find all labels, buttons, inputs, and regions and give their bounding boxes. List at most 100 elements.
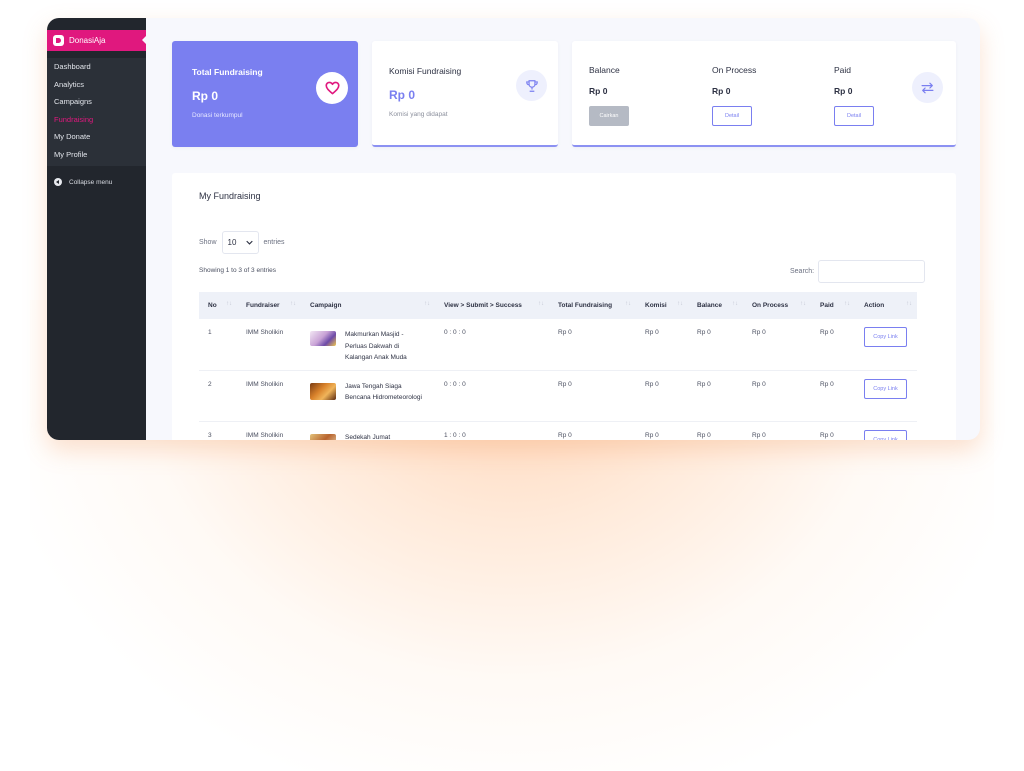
table-row: 3 IMM Sholikin Sedekah Jumat 1 : 0 : 0 R… (199, 421, 917, 440)
copy-link-button[interactable]: Copy Link (864, 378, 907, 399)
komisi-fundraising-card: Komisi Fundraising Rp 0 Komisi yang dida… (372, 41, 558, 147)
sidebar-nav: Dashboard Analytics Campaigns Fundraisin… (47, 58, 146, 166)
collapse-label: Collapse menu (69, 178, 113, 186)
column-header-fundraiser[interactable]: Fundraiser ↑↓ (237, 292, 301, 319)
main-content: Total Fundraising Rp 0 Donasi terkumpul … (146, 18, 980, 440)
campaign-title[interactable]: Makmurkan Masjid - Perluas Dakwah di Kal… (345, 329, 423, 364)
paid-detail-button[interactable]: Detail (834, 106, 874, 126)
table-header-row: No ↑↓ Fundraiser ↑↓ Campaign ↑↓ View > Subm… (199, 292, 917, 319)
cell-on-process: Rp 0 (743, 319, 811, 371)
collapse-icon (54, 178, 62, 186)
cell-campaign: Jawa Tengah Siaga Bencana Hidrometeorolo… (301, 370, 435, 422)
column-header-action[interactable]: Action ↑↓ (855, 292, 917, 319)
my-fundraising-panel: My Fundraising Show 10 entries Showing 1… (172, 173, 956, 440)
cell-action: Copy Link (855, 421, 917, 440)
cell-balance: Rp 0 (688, 421, 743, 440)
column-header-no[interactable]: No ↑↓ (199, 292, 237, 319)
heart-icon (316, 72, 348, 104)
cell-no: 3 (199, 421, 237, 440)
campaign-title[interactable]: Jawa Tengah Siaga Bencana Hidrometeorolo… (345, 381, 423, 404)
cell-no: 1 (199, 319, 237, 371)
cell-action: Copy Link (855, 319, 917, 371)
entries-control: Show 10 entries (199, 231, 285, 254)
sort-icon: ↑↓ (906, 301, 912, 307)
entries-select[interactable]: 10 (221, 231, 259, 254)
cell-view-submit-success: 0 : 0 : 0 (435, 319, 549, 371)
balance-amount: Rp 0 (589, 86, 608, 96)
sort-icon: ↑↓ (538, 301, 544, 307)
sidebar-item-my-donate[interactable]: My Donate (47, 128, 146, 146)
card-title: Total Fundraising (192, 67, 263, 77)
balance-column: Balance Rp 0 Cairkan (589, 65, 629, 126)
cell-fundraiser: IMM Sholikin (237, 319, 301, 371)
balance-card: Balance Rp 0 Cairkan On Process Rp 0 Det… (572, 41, 956, 147)
column-header-paid[interactable]: Paid ↑↓ (811, 292, 855, 319)
app-window: DonasiAja Dashboard Analytics Campaigns … (47, 18, 980, 440)
cell-campaign: Sedekah Jumat (301, 421, 435, 440)
campaign-title[interactable]: Sedekah Jumat (345, 432, 423, 441)
copy-link-button[interactable]: Copy Link (864, 429, 907, 440)
search-input[interactable] (818, 260, 926, 283)
cell-on-process: Rp 0 (743, 421, 811, 440)
show-label: Show (199, 239, 217, 246)
column-header-view-submit-success[interactable]: View > Submit > Success ↑↓ (435, 292, 549, 319)
fundraising-table: No ↑↓ Fundraiser ↑↓ Campaign ↑↓ View > Subm… (199, 292, 917, 440)
entries-label: entries (263, 239, 285, 246)
cell-view-submit-success: 0 : 0 : 0 (435, 370, 549, 422)
brand-header[interactable]: DonasiAja (47, 30, 147, 51)
cell-komisi: Rp 0 (636, 370, 688, 422)
on-process-label: On Process (712, 65, 757, 75)
table-row: 1 IMM Sholikin Makmurkan Masjid - Perlua… (199, 319, 917, 371)
sidebar-item-fundraising[interactable]: Fundraising (47, 111, 146, 129)
cell-balance: Rp 0 (688, 319, 743, 371)
on-process-amount: Rp 0 (712, 86, 731, 96)
brand-logo-icon (53, 35, 64, 46)
collapse-menu-button[interactable]: Collapse menu (54, 178, 112, 186)
campaign-thumbnail (310, 433, 336, 440)
cell-total-fundraising: Rp 0 (549, 421, 636, 440)
sort-icon: ↑↓ (732, 301, 738, 307)
brand-name: DonasiAja (69, 36, 106, 45)
chevron-down-icon (245, 240, 253, 245)
column-header-on-process[interactable]: On Process ↑↓ (743, 292, 811, 319)
sidebar-item-dashboard[interactable]: Dashboard (47, 58, 146, 76)
sort-icon: ↑↓ (800, 301, 806, 307)
cairkan-button[interactable]: Cairkan (589, 106, 629, 126)
cell-balance: Rp 0 (688, 370, 743, 422)
cell-fundraiser: IMM Sholikin (237, 421, 301, 440)
card-title: Komisi Fundraising (389, 66, 462, 76)
card-subtitle: Donasi terkumpul (192, 112, 243, 119)
column-header-komisi[interactable]: Komisi ↑↓ (636, 292, 688, 319)
column-header-balance[interactable]: Balance ↑↓ (688, 292, 743, 319)
on-process-detail-button[interactable]: Detail (712, 106, 752, 126)
trophy-icon (516, 70, 547, 101)
campaign-thumbnail (310, 331, 336, 346)
cell-paid: Rp 0 (811, 421, 855, 440)
cell-view-submit-success: 1 : 0 : 0 (435, 421, 549, 440)
panel-title: My Fundraising (199, 191, 261, 201)
column-header-campaign[interactable]: Campaign ↑↓ (301, 292, 435, 319)
sort-icon: ↑↓ (226, 301, 232, 307)
card-subtitle: Komisi yang didapat (389, 111, 448, 118)
cell-fundraiser: IMM Sholikin (237, 370, 301, 422)
total-fundraising-card: Total Fundraising Rp 0 Donasi terkumpul (172, 41, 358, 147)
swap-icon (912, 72, 943, 103)
cell-paid: Rp 0 (811, 319, 855, 371)
table-row: 2 IMM Sholikin Jawa Tengah Siaga Bencana… (199, 370, 917, 422)
sidebar: DonasiAja Dashboard Analytics Campaigns … (47, 18, 147, 440)
sidebar-item-campaigns[interactable]: Campaigns (47, 93, 146, 111)
cell-action: Copy Link (855, 370, 917, 422)
column-header-total-fundraising[interactable]: Total Fundraising ↑↓ (549, 292, 636, 319)
cell-no: 2 (199, 370, 237, 422)
cell-on-process: Rp 0 (743, 370, 811, 422)
sidebar-item-my-profile[interactable]: My Profile (47, 146, 146, 164)
cell-total-fundraising: Rp 0 (549, 319, 636, 371)
sidebar-item-analytics[interactable]: Analytics (47, 76, 146, 94)
search-control: Search: (790, 260, 926, 283)
sort-icon: ↑↓ (844, 301, 850, 307)
cell-paid: Rp 0 (811, 370, 855, 422)
on-process-column: On Process Rp 0 Detail (712, 65, 756, 126)
campaign-thumbnail (310, 382, 336, 400)
copy-link-button[interactable]: Copy Link (864, 327, 907, 347)
cell-campaign: Makmurkan Masjid - Perluas Dakwah di Kal… (301, 319, 435, 371)
